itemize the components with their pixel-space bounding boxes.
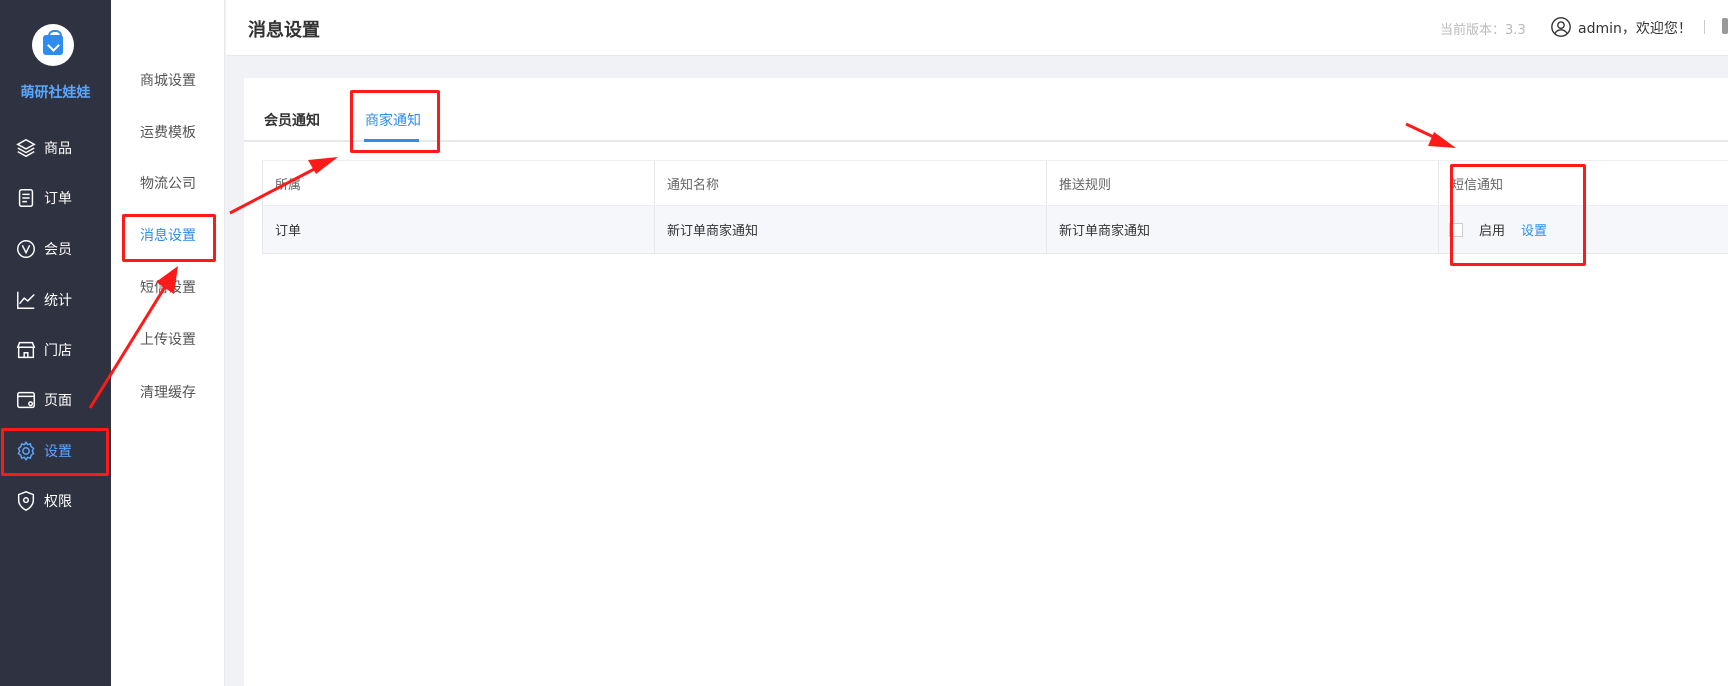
sms-settings-link[interactable]: 设置 bbox=[1521, 220, 1547, 239]
table-header: 所属 通知名称 推送规则 短信通知 bbox=[262, 160, 1728, 206]
page-window-icon bbox=[14, 388, 38, 412]
page-title: 消息设置 bbox=[248, 20, 320, 41]
sidebar-item-label: 页面 bbox=[44, 393, 72, 409]
header-category: 所属 bbox=[262, 161, 654, 205]
active-tab-indicator bbox=[364, 139, 419, 142]
brand-logo[interactable]: 萌研社娃娃 bbox=[0, 0, 111, 120]
store-icon bbox=[14, 338, 38, 362]
tab-merchant-notification[interactable]: 商家通知 bbox=[365, 110, 421, 130]
sidebar-item-settings[interactable]: 设置 bbox=[0, 429, 111, 473]
table-row: 订单 新订单商家通知 新订单商家通知 启用 设置 bbox=[262, 206, 1728, 254]
sidebar-item-label: 订单 bbox=[44, 191, 72, 207]
header-notification-name: 通知名称 bbox=[654, 161, 1046, 205]
sidebar-item-label: 权限 bbox=[44, 494, 72, 510]
user-avatar-icon[interactable] bbox=[1550, 16, 1572, 38]
cell-notification-name: 新订单商家通知 bbox=[654, 206, 1046, 253]
submenu-item-clear-cache[interactable]: 清理缓存 bbox=[111, 372, 225, 412]
shopping-bag-logo-icon bbox=[32, 24, 74, 66]
sidebar-item-label: 统计 bbox=[44, 293, 72, 309]
order-doc-icon bbox=[14, 186, 38, 210]
submenu-item-mall-settings[interactable]: 商城设置 bbox=[111, 60, 225, 100]
submenu-item-sms-settings[interactable]: 短信设置 bbox=[111, 267, 225, 307]
sidebar-item-products[interactable]: 商品 bbox=[0, 126, 111, 170]
sidebar-item-label: 门店 bbox=[44, 343, 72, 359]
top-header: 消息设置 当前版本：3.3 admin，欢迎您！ bbox=[226, 0, 1728, 56]
sidebar-item-stores[interactable]: 门店 bbox=[0, 328, 111, 372]
settings-submenu: 商城设置 运费模板 物流公司 消息设置 短信设置 上传设置 清理缓存 bbox=[111, 0, 225, 686]
brand-name: 萌研社娃娃 bbox=[20, 85, 91, 101]
header-divider bbox=[1704, 20, 1705, 34]
sidebar-item-statistics[interactable]: 统计 bbox=[0, 278, 111, 322]
shield-icon bbox=[14, 489, 38, 513]
submenu-item-upload-settings[interactable]: 上传设置 bbox=[111, 319, 225, 359]
header-push-rule: 推送规则 bbox=[1046, 161, 1438, 205]
logout-icon[interactable] bbox=[1722, 18, 1728, 34]
cell-category: 订单 bbox=[262, 206, 654, 253]
notification-table: 所属 通知名称 推送规则 短信通知 订单 新订单商家通知 新订单商家通知 启用 … bbox=[262, 160, 1728, 254]
sidebar-item-label: 会员 bbox=[44, 242, 72, 258]
sms-enable-label[interactable]: 启用 bbox=[1479, 220, 1505, 239]
sidebar-item-label: 商品 bbox=[44, 141, 72, 157]
cell-sms-notification: 启用 设置 bbox=[1438, 206, 1728, 253]
gear-icon bbox=[14, 439, 38, 463]
sms-enable-checkbox[interactable] bbox=[1449, 222, 1463, 237]
submenu-item-shipping-template[interactable]: 运费模板 bbox=[111, 112, 225, 152]
sidebar-item-pages[interactable]: 页面 bbox=[0, 378, 111, 422]
notification-tabs: 会员通知 商家通知 bbox=[244, 78, 1728, 142]
header-sms-notification: 短信通知 bbox=[1438, 161, 1728, 205]
cell-push-rule: 新订单商家通知 bbox=[1046, 206, 1438, 253]
submenu-item-logistics[interactable]: 物流公司 bbox=[111, 163, 225, 203]
content-card: 会员通知 商家通知 所属 通知名称 推送规则 短信通知 订单 新订单商家通知 新… bbox=[244, 78, 1728, 686]
sidebar-item-permissions[interactable]: 权限 bbox=[0, 479, 111, 523]
sidebar-item-label: 设置 bbox=[44, 444, 72, 460]
user-greeting[interactable]: admin，欢迎您！ bbox=[1578, 18, 1692, 38]
member-v-icon bbox=[14, 237, 38, 261]
sidebar-item-orders[interactable]: 订单 bbox=[0, 176, 111, 220]
line-chart-icon bbox=[14, 288, 38, 312]
layers-icon bbox=[14, 136, 38, 160]
sidebar-item-members[interactable]: 会员 bbox=[0, 227, 111, 271]
tab-member-notification[interactable]: 会员通知 bbox=[264, 110, 320, 130]
main-sidebar: 萌研社娃娃 商品 订单 会员 统计 门店 页面 设置 权限 bbox=[0, 0, 111, 686]
submenu-item-message-settings[interactable]: 消息设置 bbox=[111, 215, 225, 255]
version-text: 当前版本：3.3 bbox=[1440, 23, 1526, 38]
